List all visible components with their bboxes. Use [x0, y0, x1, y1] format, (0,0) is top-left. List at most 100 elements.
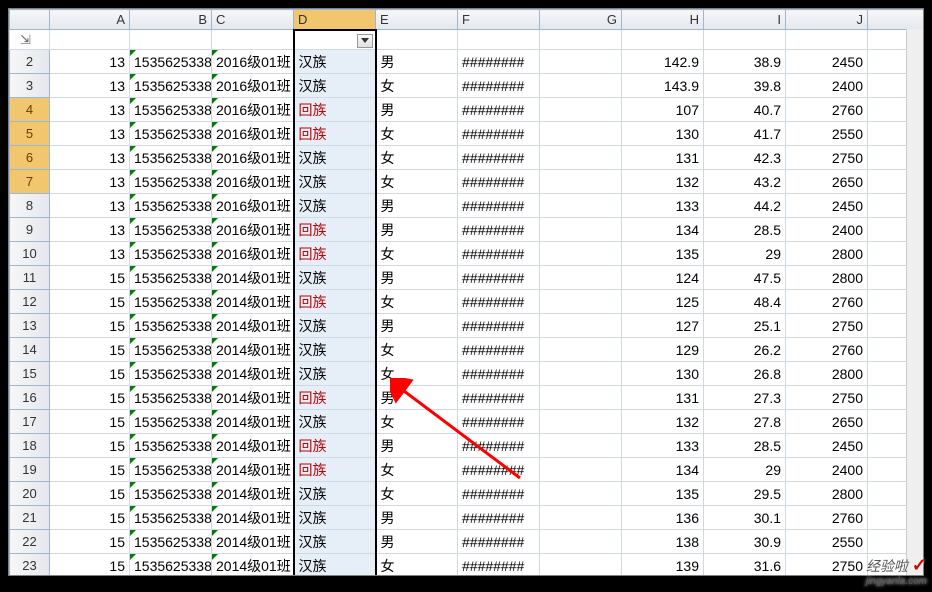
cell-D[interactable]: 回族: [294, 242, 376, 266]
cell-B[interactable]: 1535625338: [130, 170, 212, 194]
cell-B[interactable]: 1535625338: [130, 362, 212, 386]
cell-D[interactable]: 汉族: [294, 146, 376, 170]
cell-C[interactable]: 2014级01班: [212, 434, 294, 458]
cell-B[interactable]: 1535625338: [130, 434, 212, 458]
cell-D[interactable]: 回族: [294, 386, 376, 410]
table-row[interactable]: 151515356253382014级01班汉族女########13026.8…: [10, 362, 925, 386]
cell-G[interactable]: [540, 554, 622, 577]
cell-J[interactable]: 2550: [786, 530, 868, 554]
cell-D[interactable]: 汉族: [294, 554, 376, 577]
cell-E[interactable]: 女: [376, 146, 458, 170]
cell-C[interactable]: 2016级01班: [212, 170, 294, 194]
table-row[interactable]: 201515356253382014级01班汉族女########13529.5…: [10, 482, 925, 506]
cell-E[interactable]: 男: [376, 266, 458, 290]
filter-cell-J[interactable]: [786, 30, 868, 50]
table-row[interactable]: 21315356253382016级01班汉族男########142.938.…: [10, 50, 925, 74]
cell-D[interactable]: 汉族: [294, 530, 376, 554]
cell-A[interactable]: 15: [50, 314, 130, 338]
cell-B[interactable]: 1535625338: [130, 50, 212, 74]
cell-B[interactable]: 1535625338: [130, 290, 212, 314]
row-header[interactable]: 19: [10, 458, 50, 482]
cell-J[interactable]: 2450: [786, 434, 868, 458]
cell-H[interactable]: 133: [622, 194, 704, 218]
cell-B[interactable]: 1535625338: [130, 314, 212, 338]
table-row[interactable]: 51315356253382016级01班回族女########13041.72…: [10, 122, 925, 146]
cell-A[interactable]: 13: [50, 98, 130, 122]
cell-G[interactable]: [540, 50, 622, 74]
cell-I[interactable]: 30.1: [704, 506, 786, 530]
row-header[interactable]: 5: [10, 122, 50, 146]
cell-G[interactable]: [540, 410, 622, 434]
cell-F[interactable]: ########: [458, 218, 540, 242]
row-header[interactable]: 3: [10, 74, 50, 98]
cell-H[interactable]: 133: [622, 434, 704, 458]
cell-H[interactable]: 134: [622, 218, 704, 242]
cell-J[interactable]: 2750: [786, 146, 868, 170]
cell-H[interactable]: 127: [622, 314, 704, 338]
cell-F[interactable]: ########: [458, 386, 540, 410]
cell-D[interactable]: 汉族: [294, 314, 376, 338]
cell-G[interactable]: [540, 386, 622, 410]
cell-I[interactable]: 30.9: [704, 530, 786, 554]
cell-C[interactable]: 2014级01班: [212, 554, 294, 577]
cell-D[interactable]: 回族: [294, 98, 376, 122]
table-row[interactable]: 41315356253382016级01班回族男########10740.72…: [10, 98, 925, 122]
cell-G[interactable]: [540, 218, 622, 242]
cell-I[interactable]: 29.5: [704, 482, 786, 506]
cell-B[interactable]: 1535625338: [130, 98, 212, 122]
filter-cell-B[interactable]: [130, 30, 212, 50]
filter-cell-E[interactable]: [376, 30, 458, 50]
filter-cell-H[interactable]: [622, 30, 704, 50]
cell-D[interactable]: 汉族: [294, 410, 376, 434]
cell-E[interactable]: 男: [376, 194, 458, 218]
cell-F[interactable]: ########: [458, 314, 540, 338]
table-row[interactable]: 191515356253382014级01班回族女########1342924…: [10, 458, 925, 482]
cell-F[interactable]: ########: [458, 458, 540, 482]
cell-I[interactable]: 41.7: [704, 122, 786, 146]
table-row[interactable]: 31315356253382016级01班汉族女########143.939.…: [10, 74, 925, 98]
cell-I[interactable]: 48.4: [704, 290, 786, 314]
table-row[interactable]: 81315356253382016级01班汉族男########13344.22…: [10, 194, 925, 218]
cell-I[interactable]: 44.2: [704, 194, 786, 218]
cell-F[interactable]: ########: [458, 50, 540, 74]
cell-J[interactable]: 2760: [786, 506, 868, 530]
cell-A[interactable]: 15: [50, 458, 130, 482]
cell-D[interactable]: 回族: [294, 290, 376, 314]
column-header-J[interactable]: J: [786, 10, 868, 30]
cell-B[interactable]: 1535625338: [130, 554, 212, 577]
cell-C[interactable]: 2014级01班: [212, 410, 294, 434]
cell-G[interactable]: [540, 290, 622, 314]
cell-J[interactable]: 2760: [786, 338, 868, 362]
grid[interactable]: ABCDEFGHIJK ⇲21315356253382016级01班汉族男###…: [9, 9, 924, 576]
cell-A[interactable]: 15: [50, 386, 130, 410]
cell-B[interactable]: 1535625338: [130, 146, 212, 170]
cell-J[interactable]: 2450: [786, 194, 868, 218]
cell-H[interactable]: 136: [622, 506, 704, 530]
cell-D[interactable]: 汉族: [294, 170, 376, 194]
cell-E[interactable]: 女: [376, 290, 458, 314]
cell-F[interactable]: ########: [458, 434, 540, 458]
cell-G[interactable]: [540, 122, 622, 146]
cell-A[interactable]: 15: [50, 362, 130, 386]
cell-E[interactable]: 男: [376, 314, 458, 338]
cell-D[interactable]: 汉族: [294, 194, 376, 218]
cell-E[interactable]: 男: [376, 218, 458, 242]
cell-C[interactable]: 2014级01班: [212, 482, 294, 506]
cell-I[interactable]: 27.3: [704, 386, 786, 410]
table-row[interactable]: 181515356253382014级01班回族男########13328.5…: [10, 434, 925, 458]
cell-I[interactable]: 29: [704, 458, 786, 482]
cell-C[interactable]: 2016级01班: [212, 98, 294, 122]
cell-E[interactable]: 女: [376, 362, 458, 386]
cell-A[interactable]: 13: [50, 242, 130, 266]
cell-C[interactable]: 2014级01班: [212, 506, 294, 530]
column-header-I[interactable]: I: [704, 10, 786, 30]
cell-D[interactable]: 回族: [294, 122, 376, 146]
cell-H[interactable]: 132: [622, 170, 704, 194]
cell-B[interactable]: 1535625338: [130, 194, 212, 218]
cell-G[interactable]: [540, 434, 622, 458]
column-header-G[interactable]: G: [540, 10, 622, 30]
cell-G[interactable]: [540, 338, 622, 362]
cell-G[interactable]: [540, 362, 622, 386]
cell-B[interactable]: 1535625338: [130, 386, 212, 410]
column-header-C[interactable]: C: [212, 10, 294, 30]
